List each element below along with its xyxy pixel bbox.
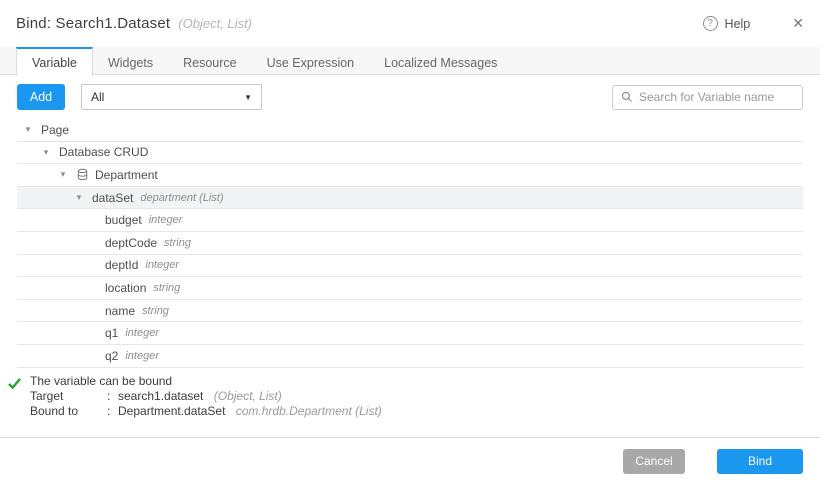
tree-row-label: Page [41, 123, 69, 137]
tree-row-type: department (List) [140, 192, 223, 204]
dialog-header: Bind: Search1.Dataset (Object, List) ? H… [0, 0, 820, 47]
tree-row-type: integer [145, 259, 179, 271]
tree-row-dataset-selected[interactable]: ▾ dataSet department (List) [17, 187, 803, 210]
status-boundto-value: Department.dataSet [118, 404, 225, 418]
status-message: The variable can be bound [30, 374, 382, 389]
caret-down-icon[interactable]: ▾ [73, 192, 85, 203]
tree-row-label: Department [95, 168, 158, 182]
check-icon [8, 378, 21, 389]
tree-row-label: name [105, 304, 135, 318]
tree-row-label: deptCode [105, 236, 157, 250]
tree-row-deptcode[interactable]: deptCode string [17, 232, 803, 255]
cancel-button[interactable]: Cancel [623, 449, 685, 474]
tree-row-label: deptId [105, 258, 138, 272]
variable-tree: ▾ Page ▾ Database CRUD ▾ Department ▾ da… [17, 119, 803, 368]
add-button[interactable]: Add [17, 84, 65, 110]
tree-row-type: integer [125, 327, 159, 339]
status-boundto-type: com.hrdb.Department (List) [236, 404, 382, 418]
tree-row-type: integer [149, 214, 183, 226]
tree-row-page[interactable]: ▾ Page [17, 119, 803, 142]
dialog-title-type: (Object, List) [178, 16, 252, 31]
tree-row-location[interactable]: location string [17, 277, 803, 300]
variable-filter-select[interactable]: All ▼ [81, 84, 262, 110]
tree-row-type: integer [125, 350, 159, 362]
status-target-value: search1.dataset [118, 389, 203, 403]
bind-status: The variable can be bound Target : searc… [8, 374, 820, 419]
caret-down-icon[interactable]: ▾ [40, 147, 52, 158]
tree-row-q1[interactable]: q1 integer [17, 322, 803, 345]
tab-bar: Variable Widgets Resource Use Expression… [0, 47, 820, 75]
bind-button[interactable]: Bind [717, 449, 803, 474]
footer: Cancel Bind [0, 438, 820, 474]
database-icon [76, 168, 89, 181]
tree-row-database-crud[interactable]: ▾ Database CRUD [17, 142, 803, 165]
tree-row-type: string [153, 282, 180, 294]
search-input[interactable] [639, 90, 794, 104]
status-colon: : [107, 404, 118, 419]
caret-down-icon[interactable]: ▾ [22, 124, 34, 135]
tab-variable[interactable]: Variable [16, 47, 93, 76]
tree-row-label: budget [105, 213, 142, 227]
tree-row-label: q2 [105, 349, 118, 363]
search-icon [621, 91, 633, 103]
help-icon: ? [703, 16, 718, 31]
help-button[interactable]: ? Help [703, 16, 751, 31]
status-boundto-label: Bound to [30, 404, 107, 419]
tab-use-expression[interactable]: Use Expression [252, 47, 370, 74]
tab-localized-messages[interactable]: Localized Messages [369, 47, 512, 74]
tab-resource[interactable]: Resource [168, 47, 252, 74]
help-label: Help [725, 17, 751, 31]
dialog-title: Bind: Search1.Dataset [16, 15, 170, 32]
tree-row-type: string [142, 305, 169, 317]
close-icon[interactable]: ✕ [792, 15, 804, 32]
tree-row-q2[interactable]: q2 integer [17, 345, 803, 368]
chevron-down-icon: ▼ [244, 93, 252, 102]
tree-row-label: location [105, 281, 146, 295]
search-box[interactable] [612, 85, 803, 110]
tab-widgets[interactable]: Widgets [93, 47, 168, 74]
caret-down-icon[interactable]: ▾ [57, 169, 69, 180]
tree-row-label: Database CRUD [59, 145, 148, 159]
status-colon: : [107, 389, 118, 404]
tree-row-label: dataSet [92, 191, 133, 205]
status-target-type: (Object, List) [214, 389, 282, 403]
tree-row-department[interactable]: ▾ Department [17, 164, 803, 187]
tree-row-deptid[interactable]: deptId integer [17, 255, 803, 278]
filter-selected-value: All [91, 90, 104, 104]
tree-row-budget[interactable]: budget integer [17, 209, 803, 232]
tree-row-label: q1 [105, 326, 118, 340]
tree-row-name[interactable]: name string [17, 300, 803, 323]
toolbar: Add All ▼ [0, 75, 820, 119]
tree-row-type: string [164, 237, 191, 249]
status-target-label: Target [30, 389, 107, 404]
